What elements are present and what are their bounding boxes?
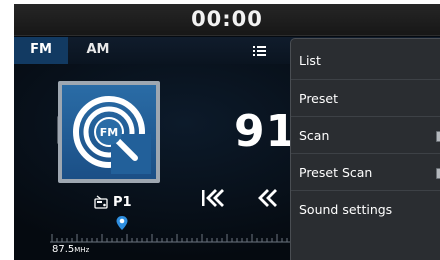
list-menu-button[interactable]	[244, 41, 274, 61]
radio-icon	[94, 195, 108, 209]
double-chevron-left-icon	[202, 189, 224, 207]
album-art: FM	[62, 85, 156, 179]
menu-item-label: Sound settings	[299, 202, 393, 217]
menu-item-sound-settings[interactable]: Sound settings	[291, 191, 440, 227]
album-art-frame: FM	[58, 81, 160, 183]
fm-broadcast-icon: FM	[73, 96, 151, 174]
menu-item-list[interactable]: List	[291, 39, 440, 80]
scale-min-frequency: 87.5MHz	[52, 244, 89, 255]
radio-screen: 00:00 FM AM FM 91 P1 87.5MHz List Preset…	[14, 4, 440, 260]
preset-scan-toggle[interactable]	[436, 168, 440, 179]
menu-item-preset[interactable]: Preset	[291, 80, 440, 117]
tab-fm[interactable]: FM	[14, 37, 68, 66]
frequency-display: 91	[234, 106, 298, 157]
menu-item-label: Scan	[299, 128, 330, 143]
scale-unit: MHz	[74, 246, 90, 254]
status-bar: 00:00	[14, 4, 440, 36]
scale-min-value: 87.5	[52, 244, 75, 255]
preset-indicator: P1	[94, 192, 132, 212]
menu-item-scan[interactable]: Scan	[291, 117, 440, 154]
menu-item-label: List	[299, 53, 321, 68]
chevron-left-icon	[258, 189, 277, 207]
tab-am[interactable]: AM	[78, 37, 118, 64]
menu-item-label: Preset Scan	[299, 165, 373, 180]
list-menu-icon	[253, 46, 266, 56]
seek-back-button[interactable]	[200, 187, 226, 209]
scan-toggle[interactable]	[436, 131, 440, 142]
album-art-label: FM	[100, 126, 118, 139]
menu-item-label: Preset	[299, 91, 338, 106]
tuning-scale[interactable]	[50, 230, 310, 244]
preset-label: P1	[113, 194, 132, 210]
clock: 00:00	[191, 7, 263, 31]
menu-item-preset-scan[interactable]: Preset Scan	[291, 154, 440, 191]
options-dropdown-menu: List Preset Scan Preset Scan Sound setti…	[290, 38, 440, 260]
step-back-button[interactable]	[256, 187, 282, 209]
